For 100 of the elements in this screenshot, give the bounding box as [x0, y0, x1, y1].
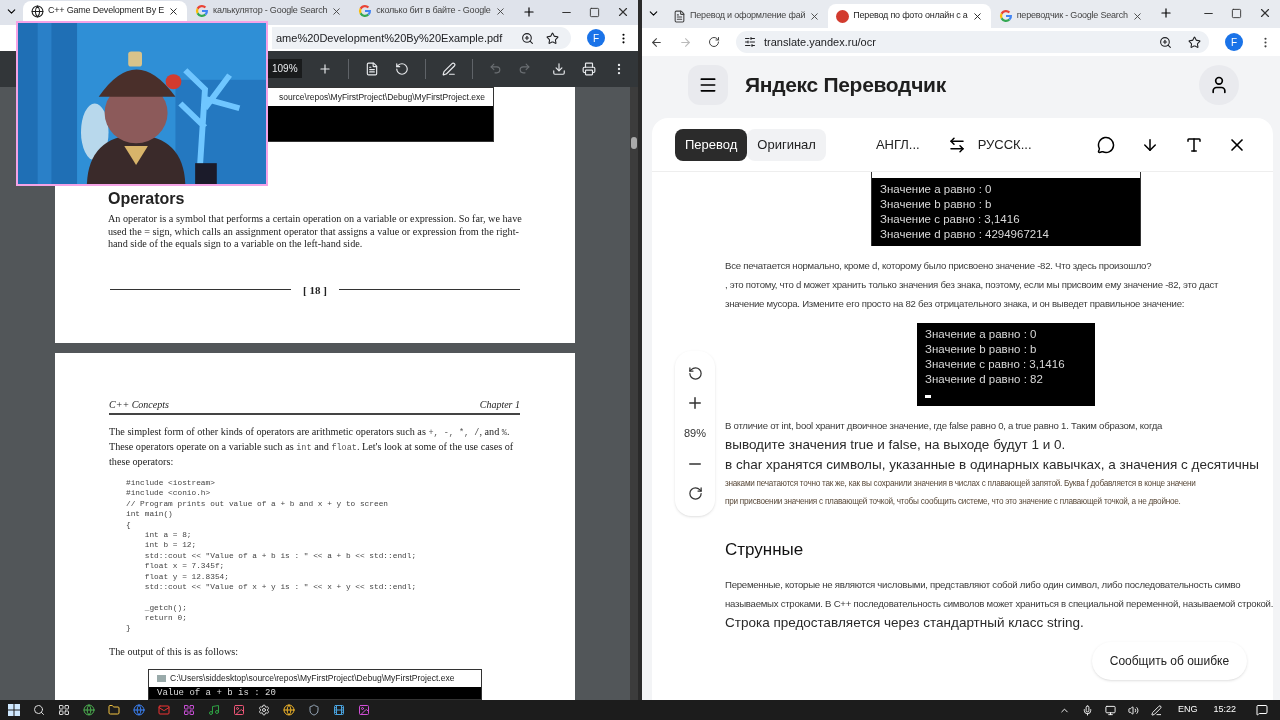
rotate-icon[interactable]: [687, 365, 703, 381]
page-number: [ 18 ]: [303, 282, 327, 298]
body-paragraph: An operator is a symbol that performs a certain operation on a variable or expression. So far, we have used the = sign, which calls an assignment operator that assigns a value or expression from the right-hand side of the equals sign to a variable on the left-hand side.: [108, 213, 523, 251]
rotate-icon[interactable]: [394, 61, 409, 76]
translated-text-line: выводите значения true и false, на выходе будут 1 и 0.: [725, 436, 1066, 454]
console-title: source\repos\MyFirstProject\Debug\MyFirstProject.exe: [279, 90, 485, 104]
settings-icon[interactable]: [258, 704, 270, 716]
multicolor-circle-icon: [358, 4, 373, 18]
new-tab-icon[interactable]: [1158, 6, 1173, 20]
view-tab[interactable]: Перевод: [675, 128, 748, 161]
zoom-icon[interactable]: [521, 31, 534, 45]
close-icon[interactable]: [616, 5, 630, 19]
view-tab[interactable]: Оригинал: [747, 128, 826, 161]
rotate-icon[interactable]: [687, 486, 703, 502]
back-icon[interactable]: [650, 35, 663, 49]
zoom-field[interactable]: 109%: [268, 59, 302, 79]
browser-tab[interactable]: переводчик - Google Search: [990, 4, 1151, 28]
globe-icon[interactable]: [283, 704, 295, 716]
close-icon[interactable]: [494, 5, 506, 17]
translated-text-line: в char хранятся символы, указанные в одинарных кавычках, а значения с десятичны: [725, 456, 1259, 474]
close-icon[interactable]: [809, 10, 821, 22]
fit-page-icon[interactable]: [364, 61, 379, 76]
browser-tab[interactable]: сколько бит в байте - Google: [350, 1, 514, 21]
address-bar[interactable]: ame%20Development%20By%20Example.pdf: [272, 27, 571, 50]
site-title: Яндекс Переводчик: [745, 72, 946, 99]
address-bar[interactable]: translate.yandex.ru/ocr: [736, 31, 1209, 53]
folder-icon[interactable]: [108, 704, 120, 716]
profile-button[interactable]: [1199, 65, 1240, 105]
download-icon[interactable]: [552, 61, 566, 76]
browser-tab[interactable]: калькулятор - Google Search: [187, 1, 351, 21]
translated-text-line: Переменные, которые не являются числовыми, представляют собой либо один символ, либо последовательность симво: [725, 577, 1241, 592]
zoom-in-icon[interactable]: [317, 61, 332, 76]
site-info-icon[interactable]: [744, 36, 756, 48]
multicolor-circle-icon: [998, 9, 1013, 23]
pen-icon[interactable]: [1150, 704, 1162, 716]
multicolor-circle-icon: [195, 4, 210, 18]
bookmark-star-icon[interactable]: [1188, 35, 1201, 49]
bookmark-star-icon[interactable]: [546, 31, 559, 45]
translated-text-line: называемых строками. В C++ последовательность символов может храниться в специальной переменной, называемой строкой.: [725, 596, 1274, 611]
chat-bubble-icon[interactable]: [1097, 135, 1116, 154]
running-header: C++ Concepts: [109, 398, 169, 413]
text-icon[interactable]: [1185, 135, 1204, 154]
shield-icon[interactable]: [308, 704, 320, 716]
menu-button[interactable]: [688, 65, 728, 105]
volume-icon[interactable]: [1127, 704, 1139, 716]
translated-text-line: В отличие от int, bool хранит двоичное значение, где false равно 0, а true равно 1. Таким образом, когда: [725, 419, 1163, 433]
image-icon[interactable]: [358, 704, 370, 716]
document-icon: [673, 9, 686, 23]
browser-tab[interactable]: Перевод по фото онлайн с а: [828, 4, 991, 28]
mail-icon[interactable]: [158, 704, 170, 716]
zoom-level: 89%: [684, 426, 706, 442]
grid-icon[interactable]: [183, 704, 195, 716]
report-error-button[interactable]: Сообщить об ошибке: [1091, 642, 1248, 680]
film-icon[interactable]: [333, 704, 345, 716]
maximize-icon[interactable]: [1231, 7, 1242, 19]
browser-tab[interactable]: C++ Game Development By E: [23, 1, 188, 21]
globe-icon: [31, 4, 44, 18]
close-icon[interactable]: [971, 10, 983, 22]
section-heading: Струнные: [725, 539, 805, 561]
task-view-icon[interactable]: [58, 704, 70, 716]
new-tab-icon[interactable]: [521, 5, 536, 19]
music-icon[interactable]: [208, 704, 220, 716]
start-icon[interactable]: [8, 704, 20, 716]
close-icon[interactable]: [168, 5, 180, 17]
globe-icon[interactable]: [83, 704, 95, 716]
translated-text-line: , это потому, что d может хранить только значения без знака, поэтому, если мы присвоим ему значение -82, это даст: [725, 278, 1219, 292]
console-output-image: Значение a равно : 0 Значение b равно : b Значение c равно : 3,1416 Значение d равно : 82: [917, 323, 1095, 406]
globe-icon[interactable]: [133, 704, 145, 716]
swap-languages-icon[interactable]: [947, 135, 966, 154]
language-selector[interactable]: РУССК...: [977, 134, 1032, 155]
close-icon[interactable]: [1258, 6, 1272, 20]
zoom-icon[interactable]: [1159, 35, 1172, 49]
profile-avatar[interactable]: F: [587, 29, 605, 48]
microphone-icon[interactable]: [1081, 704, 1093, 716]
print-icon[interactable]: [582, 61, 596, 76]
translated-text-line: значение мусора. Измените его просто на 82 без отрицательного знака, и он выведет правильное значение:: [725, 297, 1185, 311]
notifications-icon[interactable]: [1256, 704, 1268, 716]
close-icon[interactable]: [1131, 10, 1143, 22]
translated-text-line: Строка предоставляется через стандартный класс string.: [725, 613, 1084, 632]
language-selector[interactable]: АНГЛ...: [875, 134, 920, 155]
search-icon[interactable]: [33, 704, 45, 716]
language-indicator[interactable]: ENG: [1177, 703, 1198, 717]
translated-text-line: знаками печатаются точно так же, как вы сохранили значения в числах с плавающей запятой. Буква f добавляется в конце значени: [725, 478, 1196, 490]
close-icon[interactable]: [331, 5, 343, 17]
reload-icon[interactable]: [708, 36, 720, 48]
monitor-icon[interactable]: [1104, 704, 1116, 716]
scrollbar[interactable]: [630, 87, 638, 700]
translated-text-line: при присвоении значения с плавающей точкой, чтобы сообщить системе, что это значение с плавающей точкой, а не двойное.: [725, 496, 1181, 508]
translated-text-line: Все печатается нормально, кроме d, которому было присвоено значение -82. Что здесь произошло?: [725, 259, 1152, 273]
chapter-label: Chapter 1: [479, 398, 520, 413]
image-icon[interactable]: [233, 704, 245, 716]
clock[interactable]: 15:22: [1213, 703, 1236, 717]
annotate-icon[interactable]: [441, 61, 456, 76]
console-icon: [157, 675, 166, 682]
console-output-image: Значение a равно : 0 Значение b равно : b Значение c равно : 3,1416 Значение d равно : 4294967214: [872, 178, 1140, 246]
console-output: Value of a + b is : 20: [157, 688, 276, 698]
maximize-icon[interactable]: [589, 6, 600, 18]
body-paragraph: The output of this is as follows:: [109, 644, 240, 659]
browser-tab[interactable]: Перевод и оформление фай: [665, 4, 829, 28]
profile-avatar[interactable]: F: [1225, 33, 1243, 51]
